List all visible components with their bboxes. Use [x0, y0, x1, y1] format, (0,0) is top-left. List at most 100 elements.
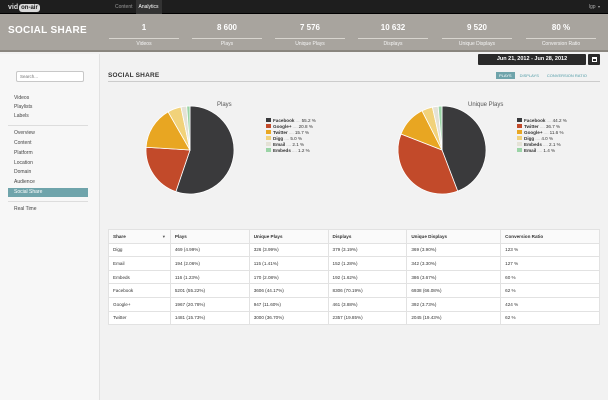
table-header-row: Share ▼ Plays Unique Plays Displays Uniqu…	[108, 229, 600, 244]
legend-item[interactable]: Facebook.... 44.2 %	[517, 117, 567, 123]
legend-item[interactable]: Embeds.... 1.2 %	[266, 147, 316, 153]
sidebar-item-overview[interactable]: Overview	[8, 129, 88, 138]
sidebar-item-labels[interactable]: Labels	[8, 112, 88, 121]
legend-swatch	[266, 118, 271, 122]
tab-plays[interactable]: PLAYS	[496, 72, 515, 79]
stat-value: 1	[141, 23, 147, 32]
legend-item[interactable]: Email.... 1.4 %	[517, 147, 567, 153]
sidebar-item-social-share[interactable]: Social Share	[8, 188, 88, 197]
legend-item[interactable]: Google+.... 20.8 %	[266, 123, 316, 129]
col-header-unique-plays[interactable]: Unique Plays	[248, 229, 329, 244]
legend-value: 2.1 %	[548, 141, 561, 147]
section-title: SOCIAL SHARE	[108, 72, 160, 79]
table-cell: 379 (3.19%)	[327, 242, 408, 258]
table-cell: 1481 (15.73%)	[169, 310, 250, 326]
legend-item[interactable]: Google+.... 11.6 %	[517, 129, 567, 135]
legend-value: 55.2 %	[301, 117, 316, 123]
sort-down-icon: ▼	[161, 233, 166, 239]
sidebar-item-audience[interactable]: Audience	[8, 178, 88, 187]
table-cell: 116 (1.23%)	[169, 269, 250, 285]
stat-label: Unique Plays	[275, 38, 345, 47]
legend-unique-plays: Facebook.... 44.2 % Twitter.... 36.7 % Googl…	[517, 117, 567, 153]
search-input[interactable]	[16, 71, 84, 82]
col-header-displays[interactable]: Displays	[327, 229, 408, 244]
top-nav: vid on-air Content Analytics lgp ▾	[0, 0, 608, 14]
stat-unique-plays: 7 576 Unique Plays	[275, 23, 345, 47]
stat-label: Plays	[192, 38, 262, 47]
sidebar-divider	[8, 125, 88, 126]
stat-displays: 10 632 Displays	[358, 23, 428, 47]
legend-swatch	[266, 130, 271, 134]
table-cell: 170 (2.08%)	[248, 269, 329, 285]
tab-conversion-ratio[interactable]: CONVERSION RATIO	[544, 72, 590, 79]
legend-value: 20.8 %	[298, 123, 313, 129]
table-cell: Email	[108, 256, 171, 271]
table-cell: 194 (2.06%)	[169, 256, 250, 271]
table-cell: 6938 (66.08%)	[406, 283, 502, 298]
sidebar-item-platform[interactable]: Platform	[8, 149, 88, 158]
col-header-plays[interactable]: Plays	[169, 229, 250, 244]
table-cell: 127 %	[500, 256, 600, 271]
sidebar-item-videos[interactable]: Videos	[8, 94, 88, 103]
legend-leader-dots: ....	[295, 117, 301, 123]
table-cell: 326 (3.99%)	[248, 242, 329, 258]
table-cell: Embeds	[108, 269, 171, 285]
stat-value: 9 520	[466, 23, 488, 32]
table-cell: 123 %	[500, 242, 600, 258]
table-cell: 386 (3.67%)	[406, 269, 502, 285]
legend-item[interactable]: Facebook.... 55.2 %	[266, 117, 316, 123]
table-cell: 62 %	[500, 310, 600, 326]
legend-leader-dots: ....	[543, 129, 549, 135]
legend-leader-dots: ....	[539, 123, 545, 129]
sidebar-item-playlists[interactable]: Playlists	[8, 103, 88, 112]
legend-value: 5.0 %	[290, 135, 303, 141]
nav-link-analytics[interactable]: Analytics	[135, 0, 162, 14]
legend-item[interactable]: Embeds.... 2.1 %	[517, 141, 567, 147]
sidebar-item-real-time[interactable]: Real Time	[8, 205, 88, 214]
legend-leader-dots: ....	[288, 129, 294, 135]
legend-label: Google+	[273, 123, 292, 129]
stat-conversion-ratio: 80 % Conversion Ratio	[526, 23, 596, 47]
nav-link-content[interactable]: Content	[112, 0, 136, 14]
legend-label: Digg	[524, 135, 535, 141]
calendar-icon	[592, 57, 597, 62]
col-header-unique-displays[interactable]: Unique Displays	[406, 229, 502, 244]
legend-swatch	[517, 130, 522, 134]
stat-label: Unique Displays	[442, 38, 512, 47]
sidebar-divider	[8, 201, 88, 202]
legend-plays: Facebook.... 55.2 % Google+.... 20.8 % Twitt…	[266, 117, 316, 153]
col-header-conversion-ratio[interactable]: Conversion Ratio	[500, 229, 600, 244]
sidebar-item-content[interactable]: Content	[8, 139, 88, 148]
legend-item[interactable]: Twitter.... 15.7 %	[266, 129, 316, 135]
table-cell: 5201 (55.22%)	[169, 283, 250, 298]
app-logo[interactable]: vid on-air	[8, 3, 40, 12]
table-row: Facebook 5201 (55.22%) 3606 (44.17%) 8306 (…	[108, 283, 600, 298]
tab-displays[interactable]: DISPLAYS	[517, 72, 542, 79]
date-range-picker[interactable]: Jun 21, 2012 - Jun 28, 2012	[478, 54, 586, 65]
table-cell: 392 (3.73%)	[406, 296, 502, 312]
legend-swatch	[517, 136, 522, 140]
table-cell: 947 (11.60%)	[248, 296, 329, 312]
table-row: Twitter 1481 (15.73%) 3000 (36.70%) 2357 (1…	[108, 310, 600, 326]
table-row: Digg 469 (4.99%) 326 (3.99%) 379 (3.19%) 369…	[108, 242, 600, 258]
legend-value: 44.2 %	[552, 117, 567, 123]
stat-videos: 1 Videos	[109, 23, 179, 47]
table-cell: Google+	[108, 296, 171, 312]
legend-label: Twitter	[273, 129, 288, 135]
sidebar-item-location[interactable]: Location	[8, 159, 88, 168]
legend-swatch	[517, 142, 522, 146]
table-cell: Twitter	[108, 310, 171, 326]
legend-label: Twitter	[524, 123, 539, 129]
calendar-button[interactable]	[588, 54, 600, 65]
table-cell: 1967 (20.78%)	[169, 296, 250, 312]
legend-item[interactable]: Twitter.... 36.7 %	[517, 123, 567, 129]
col-header-share[interactable]: Share ▼	[108, 229, 171, 244]
col-header-label: Share	[113, 233, 126, 239]
legend-swatch	[266, 124, 271, 128]
page-title: SOCIAL SHARE	[8, 25, 87, 36]
legend-value: 2.1 %	[292, 141, 305, 147]
sidebar-item-domain[interactable]: Domain	[8, 168, 88, 177]
user-menu[interactable]: lgp ▾	[589, 0, 600, 14]
legend-label: Embeds	[524, 141, 542, 147]
legend-swatch	[266, 142, 271, 146]
